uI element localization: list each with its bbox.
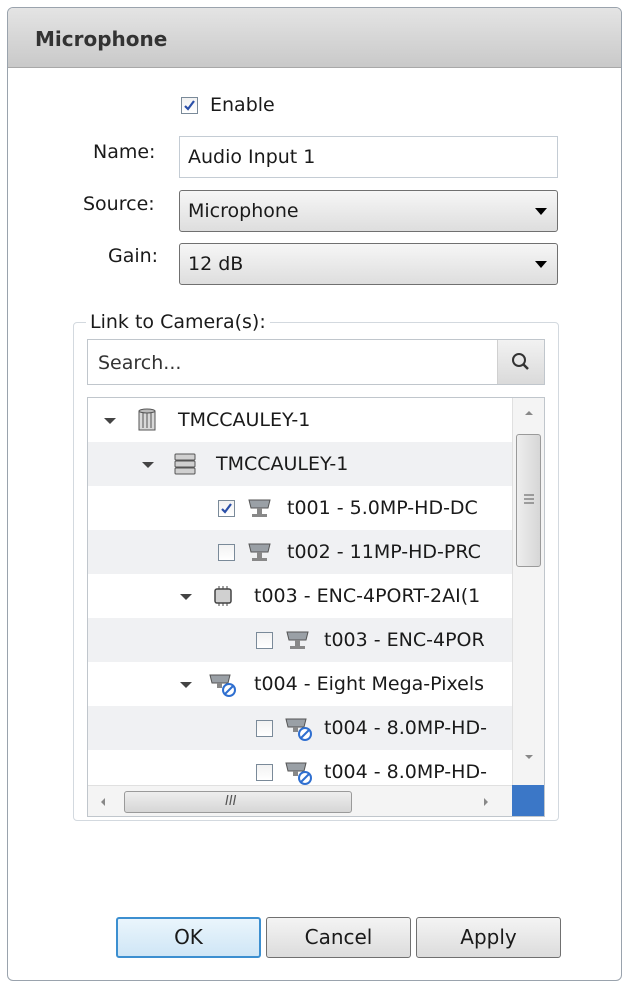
tree-horizontal-scrollbar[interactable]: III <box>88 785 512 816</box>
source-value: Microphone <box>188 200 299 222</box>
tree-item-label: t002 - 11MP-HD-PRC <box>287 541 481 563</box>
gain-dropdown[interactable]: 12 dB <box>179 243 558 285</box>
source-label: Source: <box>83 193 155 215</box>
tree-item-camera[interactable]: t003 - ENC-4POR <box>88 618 512 662</box>
dialog-title: Microphone <box>35 27 168 51</box>
encoder-icon <box>214 586 232 606</box>
scroll-down-icon[interactable] <box>522 752 536 762</box>
tree-item-camera-group[interactable]: t004 - Eight Mega-Pixels <box>88 662 512 706</box>
horizontal-scroll-thumb[interactable]: III <box>124 791 352 813</box>
scroll-right-icon[interactable] <box>481 795 491 809</box>
server-site-icon <box>138 408 156 431</box>
camera-checkbox[interactable] <box>218 544 235 561</box>
expand-arrow-icon[interactable] <box>142 462 154 468</box>
tree-item-server[interactable]: TMCCAULEY-1 <box>88 442 512 486</box>
camera-checkbox[interactable] <box>256 632 273 649</box>
camera-search-box[interactable]: Search... <box>87 339 545 385</box>
tree-item-encoder[interactable]: t003 - ENC-4PORT-2AI(1 <box>88 574 512 618</box>
tree-vertical-scrollbar[interactable] <box>512 398 544 785</box>
tree-item-label: TMCCAULEY-1 <box>178 409 311 431</box>
scroll-left-icon[interactable] <box>98 795 108 809</box>
gain-label: Gain: <box>108 245 159 267</box>
ok-button[interactable]: OK <box>116 917 261 958</box>
tree-item-label: t004 - 8.0MP-HD- <box>324 761 487 783</box>
name-label: Name: <box>93 141 156 163</box>
dialog-titlebar: Microphone <box>8 8 621 68</box>
tree-item-camera[interactable]: t004 - 8.0MP-HD- <box>88 750 512 785</box>
link-to-camera-label: Link to Camera(s): <box>86 311 270 333</box>
checkmark-icon <box>221 503 232 514</box>
camera-disconnected-icon <box>285 762 312 785</box>
tree-item-camera[interactable]: t004 - 8.0MP-HD- <box>88 706 512 750</box>
camera-tree: TMCCAULEY-1 TMCCAULEY-1 t001 - 5.0MP-HD-… <box>87 397 545 817</box>
tree-item-label: t004 - 8.0MP-HD- <box>324 717 487 739</box>
expand-arrow-icon[interactable] <box>104 418 116 424</box>
scroll-up-icon[interactable] <box>522 408 536 418</box>
grip-icon <box>524 494 534 504</box>
camera-checkbox[interactable] <box>256 764 273 781</box>
camera-checkbox[interactable] <box>256 720 273 737</box>
vertical-scroll-thumb[interactable] <box>516 434 541 567</box>
enable-checkbox[interactable] <box>181 97 198 114</box>
camera-checkbox[interactable] <box>218 500 235 517</box>
tree-item-label: t004 - Eight Mega-Pixels <box>254 673 485 695</box>
camera-disconnected-icon <box>209 674 236 697</box>
camera-icon <box>248 543 271 561</box>
search-button[interactable] <box>497 340 544 384</box>
tree-item-label: t001 - 5.0MP-HD-DC <box>287 497 478 519</box>
tree-item-camera[interactable]: t002 - 11MP-HD-PRC <box>88 530 512 574</box>
camera-disconnected-icon <box>285 718 312 741</box>
gain-value: 12 dB <box>188 253 244 275</box>
enable-label: Enable <box>210 94 275 116</box>
expand-arrow-icon[interactable] <box>180 682 192 688</box>
chevron-down-icon <box>535 261 547 268</box>
source-dropdown[interactable]: Microphone <box>179 190 558 232</box>
chevron-down-icon <box>535 208 547 215</box>
grip-icon: III <box>225 794 237 809</box>
camera-icon <box>286 631 309 649</box>
server-icon <box>174 453 196 475</box>
tree-item-label: t003 - ENC-4PORT-2AI(1 <box>254 585 481 607</box>
camera-icon <box>248 499 271 517</box>
tree-item-label: t003 - ENC-4POR <box>324 629 485 651</box>
name-field[interactable]: Audio Input 1 <box>179 136 558 178</box>
expand-arrow-icon[interactable] <box>180 594 192 600</box>
checkmark-icon <box>184 100 195 111</box>
apply-button[interactable]: Apply <box>416 917 561 958</box>
tree-item-label: TMCCAULEY-1 <box>216 453 349 475</box>
tree-item-camera[interactable]: t001 - 5.0MP-HD-DC <box>88 486 512 530</box>
tree-item-site[interactable]: TMCCAULEY-1 <box>88 398 512 442</box>
search-icon <box>512 353 529 370</box>
cancel-button[interactable]: Cancel <box>266 917 411 958</box>
scrollbar-corner <box>512 785 544 816</box>
search-input[interactable]: Search... <box>98 352 181 374</box>
